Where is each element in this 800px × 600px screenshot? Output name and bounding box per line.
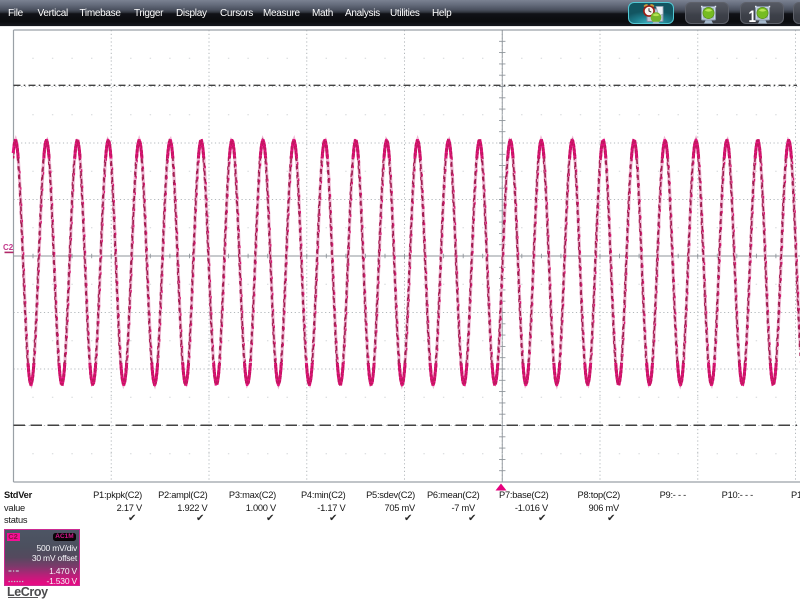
svg-text:C2: C2 [3,243,14,252]
svg-text:1: 1 [748,7,756,24]
